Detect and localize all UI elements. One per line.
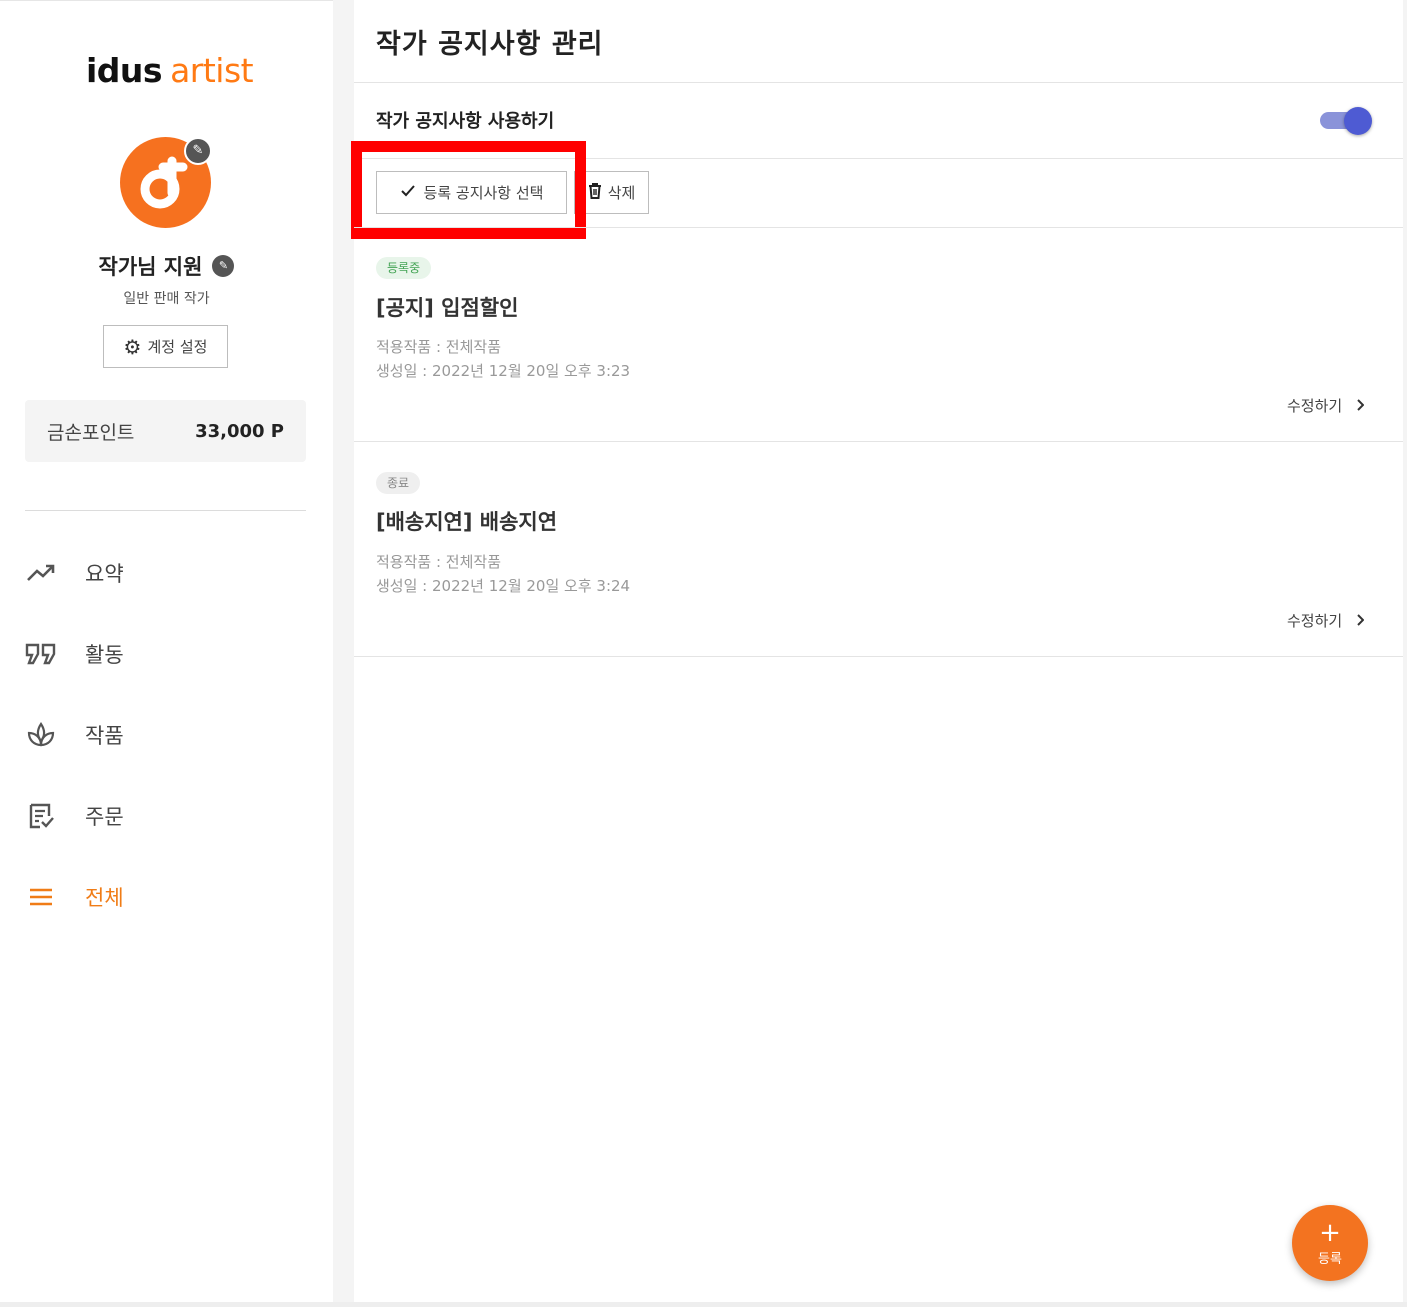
notice-created: 생성일 : 2022년 12월 20일 오후 3:23 bbox=[376, 362, 631, 380]
gear-icon: ⚙ bbox=[123, 334, 142, 359]
divider bbox=[354, 227, 1403, 228]
sidebar-item-summary[interactable]: 요약 bbox=[25, 553, 306, 593]
idus-mark-icon bbox=[140, 156, 188, 209]
idus-artist-logo[interactable]: idus artist bbox=[86, 51, 254, 90]
register-fab-button[interactable]: + 등록 bbox=[1292, 1205, 1368, 1281]
sidebar-item-label: 주문 bbox=[85, 805, 124, 829]
sidebar-item-label: 활동 bbox=[85, 643, 124, 667]
divider bbox=[354, 82, 1403, 83]
fab-label: 등록 bbox=[1318, 1252, 1342, 1267]
delete-label: 삭제 bbox=[607, 184, 636, 202]
menu-icon bbox=[25, 881, 57, 913]
divider bbox=[354, 441, 1403, 442]
divider bbox=[354, 656, 1403, 657]
plus-icon: + bbox=[1319, 1218, 1341, 1248]
status-badge: 등록중 bbox=[376, 257, 432, 279]
name-edit-icon[interactable]: ✎ bbox=[212, 255, 235, 277]
sidebar-item-products[interactable]: 작품 bbox=[25, 715, 306, 755]
edit-notice-link[interactable]: 수정하기 bbox=[1287, 395, 1365, 416]
bottom-border bbox=[0, 1302, 1407, 1307]
order-list-icon bbox=[25, 800, 57, 832]
trash-icon bbox=[588, 182, 602, 203]
notice-title[interactable]: [공지] 입점할인 bbox=[376, 292, 518, 322]
profile-role: 일반 판매 작가 bbox=[123, 291, 210, 307]
status-badge: 종료 bbox=[376, 472, 421, 494]
sidebar-item-orders[interactable]: 주문 bbox=[25, 796, 306, 836]
sidebar-item-label: 전체 bbox=[85, 886, 124, 910]
points-box: 금손포인트 33,000 P bbox=[25, 400, 306, 462]
chevron-right-icon bbox=[1356, 612, 1365, 630]
logo-main-text: idus bbox=[86, 51, 163, 90]
notice-applied: 적용작품 : 전체작품 bbox=[376, 338, 501, 356]
profile-name-row: 작가님 지원 ✎ bbox=[0, 251, 333, 281]
quote-icon bbox=[25, 638, 57, 670]
avatar-edit-icon[interactable]: ✎ bbox=[184, 137, 212, 165]
account-settings-label: 계정 설정 bbox=[147, 338, 208, 356]
notice-created: 생성일 : 2022년 12월 20일 오후 3:24 bbox=[376, 577, 631, 595]
edit-label: 수정하기 bbox=[1287, 612, 1343, 630]
profile-name: 작가님 지원 bbox=[98, 255, 203, 279]
notice-title[interactable]: [배송지연] 배송지연 bbox=[376, 506, 557, 536]
page-title: 작가 공지사항 관리 bbox=[376, 29, 604, 60]
trending-up-icon bbox=[25, 557, 57, 589]
sidebar-item-all[interactable]: 전체 bbox=[25, 877, 306, 917]
points-label: 금손포인트 bbox=[47, 421, 135, 444]
sidebar-item-label: 작품 bbox=[85, 724, 124, 748]
layout-gutter-right bbox=[1403, 0, 1407, 1307]
sidebar-item-label: 요약 bbox=[85, 562, 124, 586]
account-settings-button[interactable]: ⚙ 계정 설정 bbox=[103, 325, 228, 368]
points-value: 33,000 P bbox=[195, 420, 284, 442]
sidebar-item-activity[interactable]: 활동 bbox=[25, 634, 306, 674]
sidebar-divider bbox=[25, 510, 306, 511]
notice-toggle-knob[interactable] bbox=[1344, 107, 1372, 135]
highlight-annotation-box bbox=[351, 141, 586, 239]
notice-toggle-label: 작가 공지사항 사용하기 bbox=[376, 111, 555, 132]
edit-label: 수정하기 bbox=[1287, 397, 1343, 415]
edit-notice-link[interactable]: 수정하기 bbox=[1287, 610, 1365, 631]
chevron-right-icon bbox=[1356, 397, 1365, 415]
notice-applied: 적용작품 : 전체작품 bbox=[376, 553, 501, 571]
sprout-icon bbox=[25, 719, 57, 751]
logo-sub-text: artist bbox=[170, 51, 254, 90]
sidebar: idus artist ✎ 작가님 지원 ✎ 일반 판매 작가 ⚙ 계정 설정 금손… bbox=[0, 0, 333, 1303]
